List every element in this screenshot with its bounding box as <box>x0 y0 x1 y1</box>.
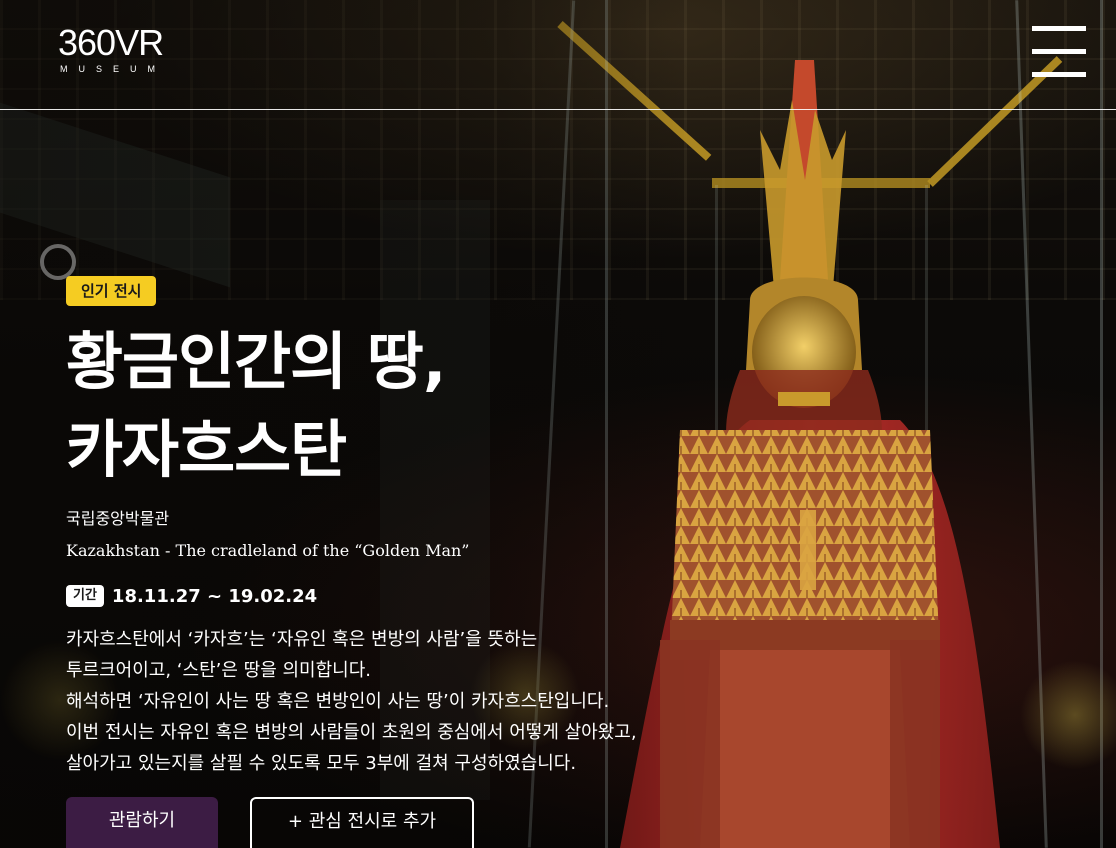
description-line: 해석하면 ‘자유인이 사는 땅 혹은 변방인이 사는 땅’이 카자흐스탄입니다. <box>66 691 610 712</box>
description-line: 이번 전시는 자유인 혹은 변방의 사람들이 초원의 중심에서 어떻게 살아왔고… <box>66 722 637 743</box>
add-to-wishlist-label: + 관심 전시로 추가 <box>287 811 437 832</box>
menu-bar <box>1032 26 1086 31</box>
add-to-wishlist-button[interactable]: + 관심 전시로 추가 <box>250 797 474 848</box>
title-line: 황금인간의 땅, <box>66 325 446 398</box>
exhibit-info: 인기 전시 황금인간의 땅, 카자흐스탄 국립중앙박물관 Kazakhstan … <box>66 276 766 779</box>
exhibit-subtitle: Kazakhstan - The cradleland of the “Gold… <box>66 541 470 560</box>
popular-badge: 인기 전시 <box>66 276 157 306</box>
period-label: 기간 <box>66 585 104 607</box>
description-line: 투르크어이고, ‘스탄’은 땅을 의미합니다. <box>66 660 372 681</box>
logo-subtext: MUSEUM <box>60 64 166 74</box>
view-exhibit-label: 관람하기 <box>108 810 176 831</box>
menu-bar <box>1032 72 1086 77</box>
exhibit-title: 황금인간의 땅, 카자흐스탄 <box>66 318 766 494</box>
action-buttons: 관람하기 + 관심 전시로 추가 <box>66 797 474 848</box>
logo-text: 360VR <box>58 22 164 63</box>
menu-bar <box>1032 49 1086 54</box>
description-line: 살아가고 있는지를 살필 수 있도록 모두 3부에 걸쳐 구성하였습니다. <box>66 753 577 774</box>
period-value: 18.11.27 ~ 19.02.24 <box>111 585 318 607</box>
site-logo[interactable]: 360VR MUSEUM <box>58 22 166 75</box>
exhibit-period: 기간 18.11.27 ~ 19.02.24 <box>66 584 766 608</box>
site-header: 360VR MUSEUM <box>0 0 1116 110</box>
description-line: 카자흐스탄에서 ‘카자흐’는 ‘자유인 혹은 변방의 사람’을 뜻하는 <box>66 629 538 650</box>
title-line: 카자흐스탄 <box>66 413 347 486</box>
hamburger-menu-icon[interactable] <box>1032 26 1086 78</box>
exhibit-description: 카자흐스탄에서 ‘카자흐’는 ‘자유인 혹은 변방의 사람’을 뜻하는 투르크어… <box>66 624 766 779</box>
exhibit-venue: 국립중앙박물관 <box>66 509 170 528</box>
view-exhibit-button[interactable]: 관람하기 <box>66 797 218 848</box>
